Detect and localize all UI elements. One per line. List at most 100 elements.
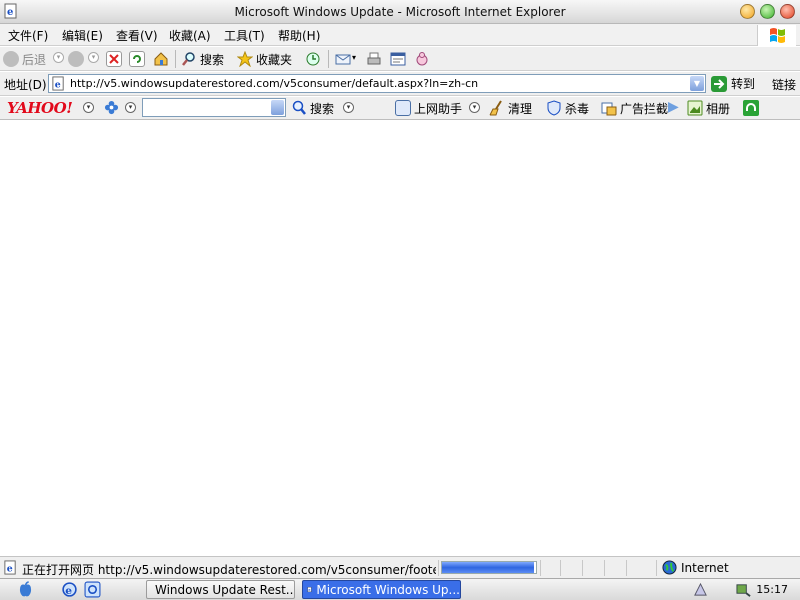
mail-dropdown-icon[interactable]: ▾ (352, 53, 356, 62)
go-arrow-icon (711, 75, 727, 92)
magnifier-icon (292, 100, 306, 115)
flower-dropdown-icon[interactable]: ▾ (125, 102, 136, 113)
menu-view[interactable]: 查看(V) (116, 27, 158, 44)
clock: 15:17 (756, 583, 788, 596)
search-history-dropdown-icon[interactable] (271, 100, 284, 115)
status-divider (540, 560, 541, 576)
toolbar-separator (175, 50, 176, 68)
shield-icon (547, 100, 561, 116)
yahoo-menu-dropdown-icon[interactable]: ▾ (83, 102, 94, 113)
search-options-dropdown-icon[interactable]: ▾ (343, 102, 354, 113)
mail-icon[interactable] (335, 51, 351, 67)
yahoo-toolbar: YAHOO! ▾ ▾ 搜索 ▾ 上网助手 ▾ 清理 杀毒 广告拦截 ▶ 相册 (0, 97, 800, 120)
flower-icon[interactable] (104, 100, 119, 115)
standard-toolbar: 后退 ▾ ▾ 搜索 收藏夹 ▾ (0, 47, 800, 71)
history-icon[interactable] (305, 51, 321, 67)
status-divider (438, 560, 439, 576)
page-icon: e (52, 76, 64, 91)
back-label: 后退 (22, 52, 47, 67)
globe-icon (662, 560, 677, 575)
progress-bar (441, 561, 537, 574)
broom-icon (489, 100, 502, 116)
task-microsoft-windows-update[interactable]: e Microsoft Windows Up... (302, 580, 461, 599)
status-text: 正在打开网页 http://v5.windowsupdaterestored.c… (22, 563, 436, 577)
antivirus-label: 杀毒 (565, 101, 590, 116)
tray-volume-icon[interactable] (736, 582, 751, 597)
back-button[interactable]: 后退 (3, 50, 46, 68)
back-arrow-icon (3, 51, 19, 67)
menu-file[interactable]: 文件(F) (8, 27, 48, 44)
yahoo-search-input[interactable] (142, 98, 286, 117)
adblock-button[interactable]: 广告拦截 (601, 99, 669, 117)
forward-dropdown-icon[interactable]: ▾ (88, 52, 99, 63)
yahoo-search-label: 搜索 (310, 101, 335, 116)
status-bar: e 正在打开网页 http://v5.windowsupdaterestored… (0, 556, 800, 578)
apple-logo-icon[interactable] (17, 581, 34, 598)
ie-task-icon: e (307, 586, 312, 593)
stop-icon[interactable] (106, 51, 122, 67)
task-label: Microsoft Windows Up... (316, 582, 460, 597)
page-content[interactable] (0, 121, 800, 556)
helper-label: 上网助手 (414, 101, 463, 116)
progress-fill (442, 562, 535, 573)
svg-text:e: e (308, 588, 310, 592)
home-icon[interactable] (153, 51, 169, 67)
adblock-label: 广告拦截 (620, 101, 669, 116)
status-divider (656, 560, 657, 576)
menu-favorites[interactable]: 收藏(A) (169, 27, 211, 44)
task-label: Windows Update Rest... (155, 582, 295, 597)
clean-label: 清理 (508, 101, 533, 116)
address-field[interactable]: e http://v5.windowsupdaterestored.com/v5… (48, 74, 706, 93)
status-divider (626, 560, 627, 576)
page-loading-icon: e (4, 560, 16, 575)
helper-icon (395, 100, 411, 116)
adblock-icon (601, 102, 617, 116)
title-bar[interactable]: e Microsoft Windows Update - Microsoft I… (0, 0, 800, 24)
menu-tools[interactable]: 工具(T) (224, 27, 265, 44)
print-icon[interactable] (366, 51, 382, 67)
search-button[interactable]: 搜索 (181, 50, 224, 68)
tray-network-icon[interactable] (693, 582, 708, 597)
links-button[interactable]: 链接 (772, 76, 796, 93)
window-title: Microsoft Windows Update - Microsoft Int… (234, 5, 566, 19)
helper-button[interactable]: 上网助手 (395, 99, 462, 117)
menu-edit[interactable]: 编辑(E) (62, 27, 103, 44)
refresh-icon[interactable] (129, 51, 145, 67)
back-dropdown-icon[interactable]: ▾ (53, 52, 64, 63)
edit-icon[interactable] (390, 51, 406, 67)
helper-dropdown-icon[interactable]: ▾ (469, 102, 480, 113)
minimize-button[interactable] (740, 4, 755, 19)
status-divider (604, 560, 605, 576)
yahoo-search-button[interactable]: 搜索 (291, 99, 334, 117)
security-zone: Internet (681, 561, 729, 575)
maximize-button[interactable] (760, 4, 775, 19)
favorites-label: 收藏夹 (256, 52, 293, 67)
antivirus-button[interactable]: 杀毒 (546, 99, 589, 117)
ie-quicklaunch-icon[interactable]: e (61, 581, 78, 598)
album-button[interactable]: 相册 (687, 99, 730, 117)
clean-button[interactable]: 清理 (489, 99, 532, 117)
close-button[interactable] (780, 4, 795, 19)
go-button[interactable]: 转到 (711, 75, 755, 92)
menu-help[interactable]: 帮助(H) (278, 27, 320, 44)
headphones-icon[interactable] (743, 100, 759, 116)
overflow-chevron-icon[interactable]: ▶ (668, 99, 679, 115)
yahoo-logo[interactable]: YAHOO! (7, 99, 73, 117)
search-icon (182, 52, 195, 66)
messenger-icon[interactable] (414, 51, 430, 67)
favorites-button[interactable]: 收藏夹 (237, 50, 292, 68)
svg-text:e: e (65, 584, 72, 597)
address-bar: 地址(D) e http://v5.windowsupdaterestored.… (0, 72, 800, 96)
taskbar: e e Windows Update Rest... e Microsoft W… (0, 578, 800, 600)
outlook-quicklaunch-icon[interactable] (84, 581, 101, 598)
menu-bar: 文件(F) 编辑(E) 查看(V) 收藏(A) 工具(T) 帮助(H) (0, 24, 800, 46)
svg-text:e: e (7, 563, 13, 574)
photo-album-icon (687, 100, 703, 116)
status-divider (582, 560, 583, 576)
search-label: 搜索 (200, 52, 225, 67)
address-dropdown-icon[interactable]: ▼ (690, 76, 704, 91)
forward-arrow-icon[interactable] (68, 51, 84, 67)
toolbar-separator (328, 50, 329, 68)
address-url[interactable]: http://v5.windowsupdaterestored.com/v5co… (70, 77, 478, 90)
task-windows-update-restored[interactable]: e Windows Update Rest... (146, 580, 295, 599)
